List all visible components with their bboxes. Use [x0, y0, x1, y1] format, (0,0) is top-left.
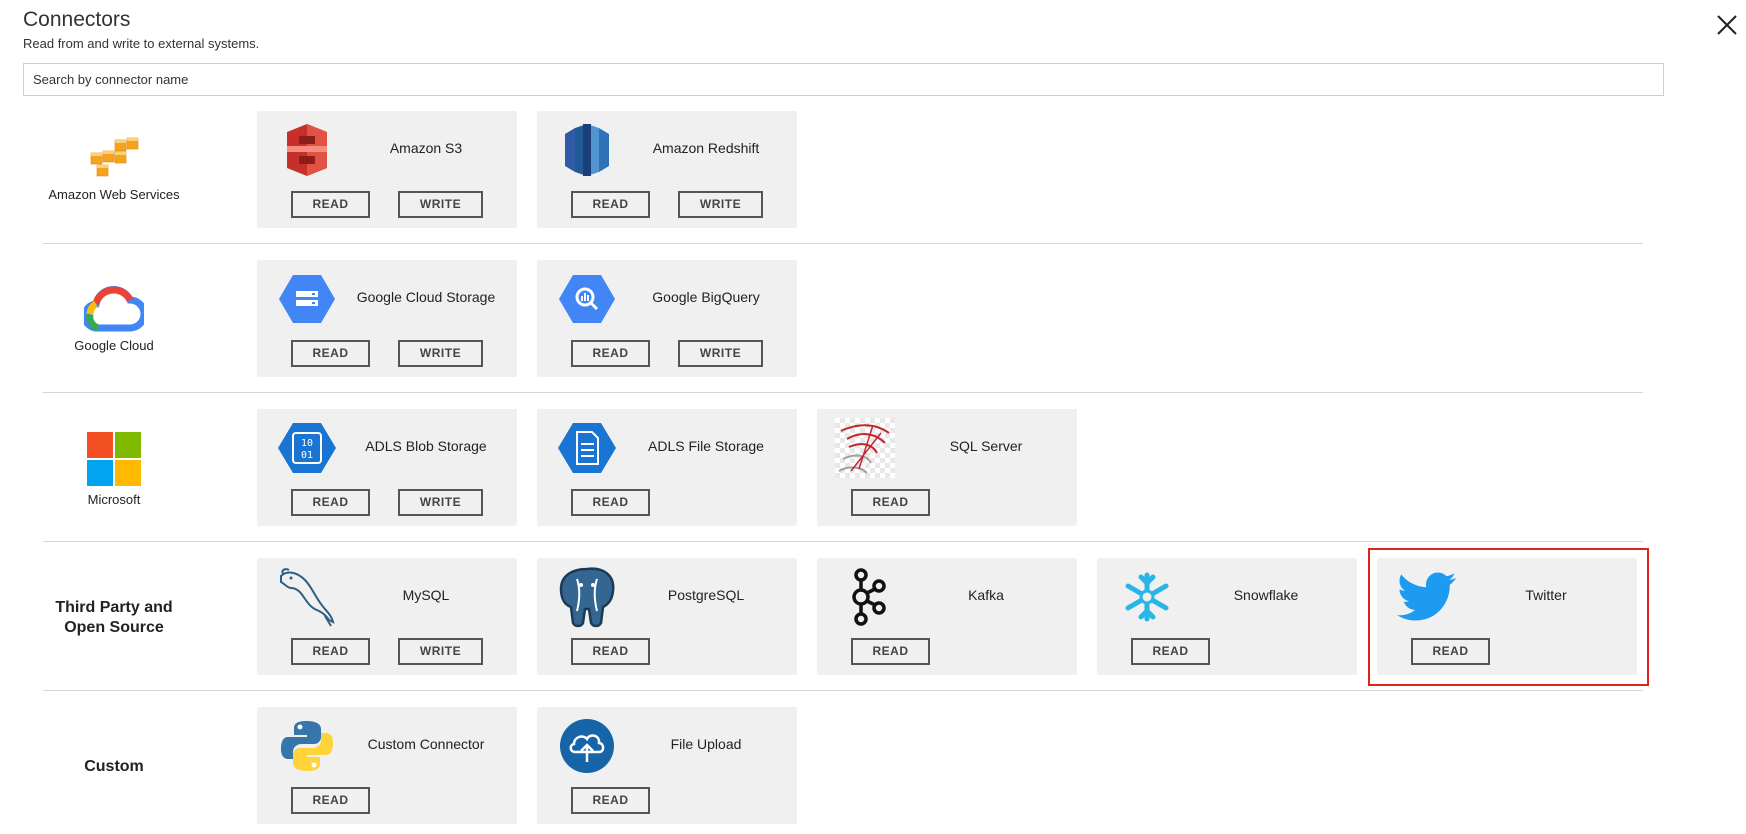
amazon-redshift-icon — [557, 121, 617, 179]
provider-microsoft: Microsoft — [43, 432, 185, 507]
google-cloud-icon — [84, 284, 144, 332]
microsoft-icon — [87, 432, 141, 486]
provider-google-cloud: Google Cloud — [43, 284, 185, 353]
read-button[interactable]: READ — [291, 489, 370, 516]
read-button[interactable]: READ — [291, 191, 370, 218]
read-button[interactable]: READ — [571, 340, 650, 367]
section-divider — [43, 392, 1643, 393]
connector-name: SQL Server — [949, 438, 1023, 454]
connector-card-kafka: Kafka READ — [817, 558, 1077, 675]
connector-name: MySQL — [402, 587, 450, 603]
page-title: Connectors — [23, 8, 131, 31]
aws-cubes-icon — [85, 137, 143, 181]
read-button[interactable]: READ — [291, 340, 370, 367]
section-divider — [43, 690, 1643, 691]
snowflake-icon — [1117, 568, 1177, 626]
connector-name: Snowflake — [1233, 587, 1299, 603]
search-input[interactable] — [23, 63, 1664, 96]
connector-card-sql-server: SQL Server READ — [817, 409, 1077, 526]
connector-card-custom-connector: Custom Connector READ — [257, 707, 517, 824]
python-icon — [277, 717, 337, 775]
connector-name: Google BigQuery — [652, 289, 760, 305]
write-button[interactable]: WRITE — [398, 191, 483, 218]
connector-card-amazon-s3: Amazon S3 READ WRITE — [257, 111, 517, 228]
connector-card-adls-file-storage: ADLS File Storage READ — [537, 409, 797, 526]
connector-name: PostgreSQL — [667, 587, 745, 603]
close-button[interactable] — [1714, 12, 1740, 38]
cloud-upload-icon — [557, 717, 617, 775]
connector-card-google-cloud-storage: Google Cloud Storage READ WRITE — [257, 260, 517, 377]
mysql-dolphin-icon — [277, 568, 337, 627]
kafka-icon — [837, 568, 897, 626]
connector-name: Kafka — [968, 587, 1004, 603]
selection-highlight — [1368, 548, 1649, 686]
adls-file-icon — [557, 419, 617, 477]
connector-card-adls-blob-storage: 10 01 ADLS Blob Storage READ WRITE — [257, 409, 517, 526]
write-button[interactable]: WRITE — [678, 191, 763, 218]
section-custom: Custom Custom Connector READ File Upload… — [43, 707, 1643, 824]
sql-server-icon — [835, 418, 895, 478]
svg-text:10: 10 — [301, 438, 313, 449]
write-button[interactable]: WRITE — [398, 638, 483, 665]
provider-label: Custom — [84, 758, 144, 775]
connector-card-amazon-redshift: Amazon Redshift READ WRITE — [537, 111, 797, 228]
provider-label: Amazon Web Services — [48, 187, 180, 202]
read-button[interactable]: READ — [1131, 638, 1210, 665]
connector-name: ADLS Blob Storage — [365, 438, 487, 454]
google-cloud-storage-icon — [277, 270, 337, 328]
write-button[interactable]: WRITE — [398, 340, 483, 367]
connector-name: Amazon S3 — [389, 140, 463, 156]
connector-card-postgresql: PostgreSQL READ — [537, 558, 797, 675]
provider-label: Google Cloud — [74, 338, 154, 353]
read-button[interactable]: READ — [291, 638, 370, 665]
section-google-cloud: Google Cloud Google Cloud Storage READ W… — [43, 260, 1643, 377]
connector-card-mysql: MySQL READ WRITE — [257, 558, 517, 675]
provider-third-party: Third Party and Open Source — [43, 598, 185, 638]
connector-card-google-bigquery: Google BigQuery READ WRITE — [537, 260, 797, 377]
read-button[interactable]: READ — [571, 489, 650, 516]
section-divider — [43, 243, 1643, 244]
amazon-s3-icon — [277, 121, 337, 179]
connector-name: Google Cloud Storage — [356, 289, 496, 305]
page-subtitle: Read from and write to external systems. — [23, 36, 260, 51]
connector-name: Custom Connector — [367, 736, 485, 752]
google-bigquery-icon — [557, 270, 617, 328]
provider-label: Microsoft — [87, 492, 141, 507]
write-button[interactable]: WRITE — [398, 489, 483, 516]
section-microsoft: Microsoft 10 01 ADLS Blob Storage READ W… — [43, 409, 1643, 526]
section-divider — [43, 541, 1643, 542]
connector-name: File Upload — [670, 736, 742, 752]
connector-card-file-upload: File Upload READ — [537, 707, 797, 824]
read-button[interactable]: READ — [571, 787, 650, 814]
provider-label: Third Party and Open Source — [55, 599, 173, 636]
connector-name: Amazon Redshift — [652, 140, 760, 156]
postgresql-elephant-icon — [557, 567, 617, 628]
connector-card-snowflake: Snowflake READ — [1097, 558, 1357, 675]
svg-text:01: 01 — [301, 450, 313, 461]
provider-aws: Amazon Web Services — [43, 137, 185, 202]
adls-blob-icon: 10 01 — [277, 419, 337, 477]
close-icon — [1717, 15, 1737, 35]
provider-custom: Custom — [43, 757, 185, 777]
read-button[interactable]: READ — [291, 787, 370, 814]
write-button[interactable]: WRITE — [678, 340, 763, 367]
section-amazon-web-services: Amazon Web Services Amazon S3 READ WRITE — [43, 111, 1643, 228]
read-button[interactable]: READ — [571, 191, 650, 218]
read-button[interactable]: READ — [851, 489, 930, 516]
read-button[interactable]: READ — [571, 638, 650, 665]
read-button[interactable]: READ — [851, 638, 930, 665]
connector-name: ADLS File Storage — [648, 438, 764, 454]
